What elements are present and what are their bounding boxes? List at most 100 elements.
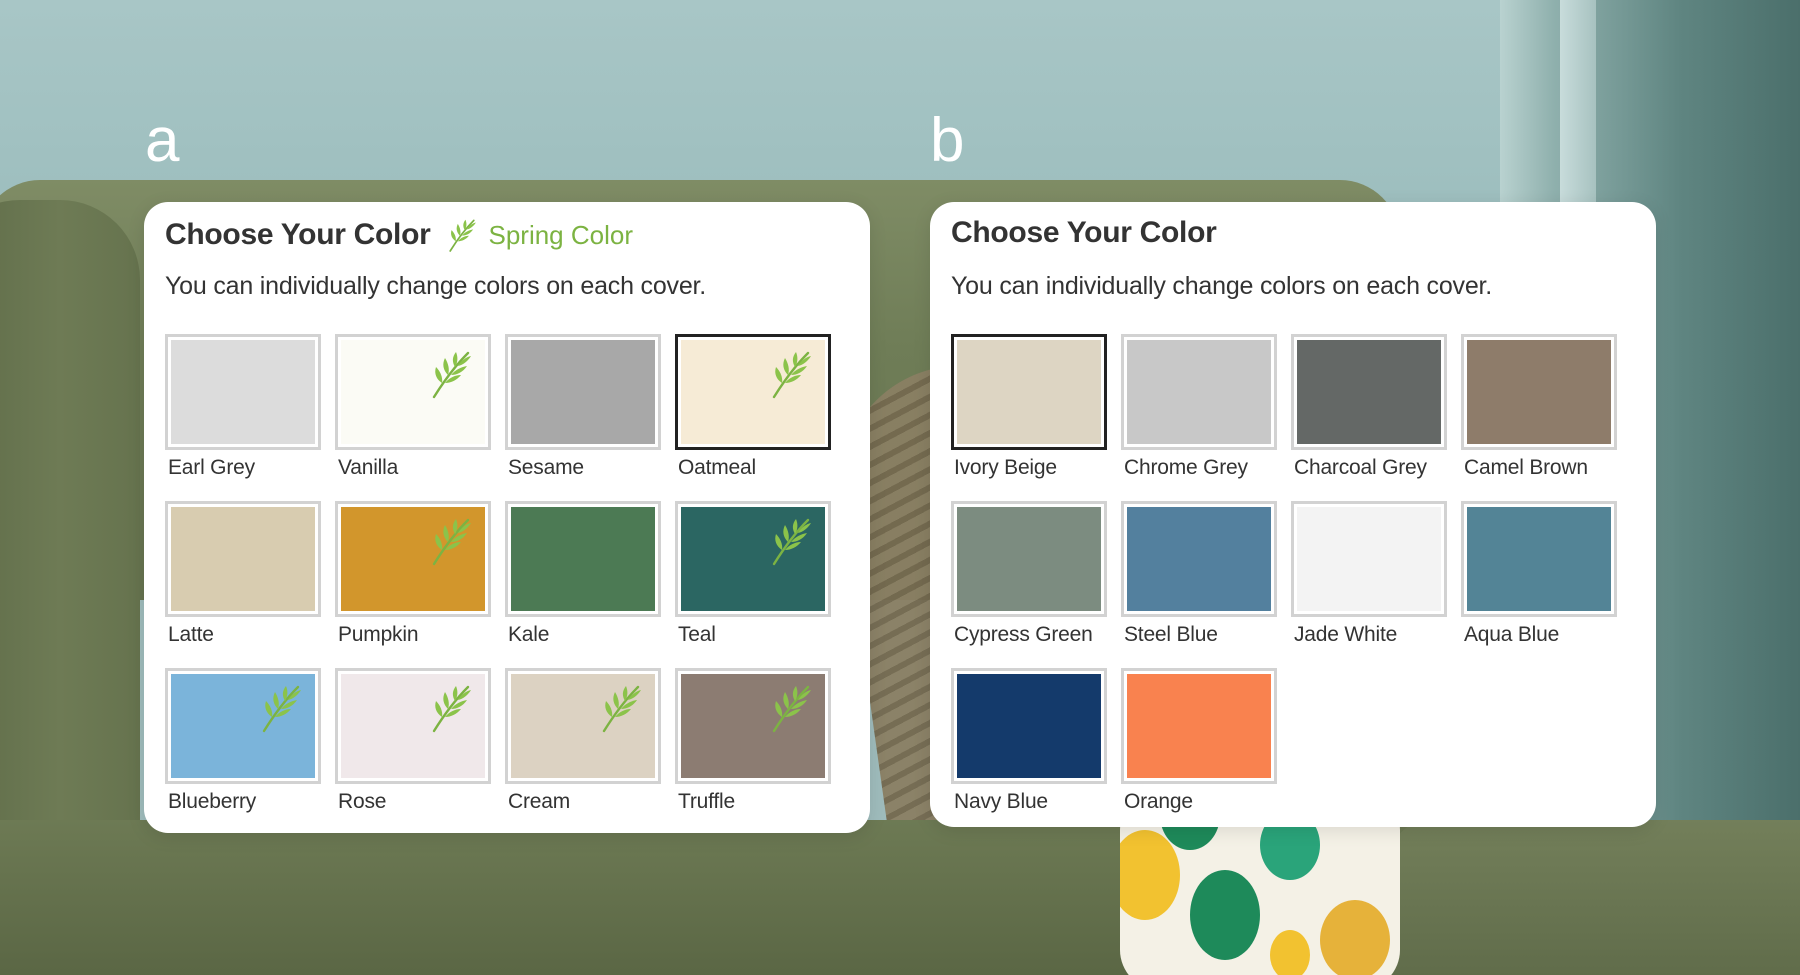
color-swatch[interactable] [1121, 501, 1277, 617]
swatch-label: Cypress Green [954, 623, 1093, 646]
leaf-icon [428, 683, 474, 733]
color-swatch[interactable] [675, 334, 831, 450]
swatch-color-fill [1127, 340, 1271, 444]
swatch-option-rose[interactable]: Rose [335, 668, 491, 814]
color-swatch[interactable] [1291, 501, 1447, 617]
color-swatch[interactable] [675, 668, 831, 784]
swatch-label: Pumpkin [338, 623, 419, 646]
leaf-icon [258, 683, 304, 733]
swatch-color-fill [1467, 340, 1611, 444]
swatch-color-fill [1127, 674, 1271, 778]
color-swatch[interactable] [335, 501, 491, 617]
color-swatch[interactable] [505, 501, 661, 617]
panel-header: Choose Your Color [951, 216, 1217, 250]
swatch-label: Truffle [678, 790, 735, 813]
color-swatch[interactable] [165, 334, 321, 450]
color-swatch[interactable] [951, 501, 1107, 617]
swatch-option-truffle[interactable]: Truffle [675, 668, 831, 814]
panel-b-letter: b [930, 106, 965, 175]
sofa-arm [1390, 820, 1800, 975]
swatch-label: Ivory Beige [954, 456, 1057, 479]
color-swatch[interactable] [505, 668, 661, 784]
swatch-label: Cream [508, 790, 571, 813]
color-swatch[interactable] [951, 668, 1107, 784]
color-swatch[interactable] [505, 334, 661, 450]
swatch-label: Oatmeal [678, 456, 756, 479]
color-swatch[interactable] [1291, 334, 1447, 450]
leaf-icon [598, 683, 644, 733]
swatch-option-blueberry[interactable]: Blueberry [165, 668, 321, 814]
swatch-color-fill [1467, 507, 1611, 611]
leaf-icon [768, 516, 814, 566]
swatch-label: Orange [1124, 790, 1193, 813]
panel-subtitle: You can individually change colors on ea… [165, 272, 707, 300]
panel-a-letter: a [145, 106, 180, 175]
color-picker-panel-a: Choose Your Color Spring Color You can i… [144, 202, 870, 833]
swatch-option-cypress-green[interactable]: Cypress Green [951, 501, 1107, 647]
spring-color-tag: Spring Color [446, 216, 633, 254]
leaf-icon [428, 349, 474, 399]
swatch-option-charcoal-grey[interactable]: Charcoal Grey [1291, 334, 1447, 480]
swatch-label: Earl Grey [168, 456, 255, 479]
swatch-label: Latte [168, 623, 214, 646]
leaf-icon [768, 683, 814, 733]
swatch-color-fill [511, 507, 655, 611]
color-swatch[interactable] [675, 501, 831, 617]
swatch-label: Charcoal Grey [1294, 456, 1427, 479]
color-swatch[interactable] [1461, 334, 1617, 450]
swatch-color-fill [1297, 340, 1441, 444]
swatch-option-steel-blue[interactable]: Steel Blue [1121, 501, 1277, 647]
swatch-label: Sesame [508, 456, 584, 479]
swatch-option-vanilla[interactable]: Vanilla [335, 334, 491, 480]
swatch-option-aqua-blue[interactable]: Aqua Blue [1461, 501, 1617, 647]
swatch-option-latte[interactable]: Latte [165, 501, 321, 647]
swatch-label: Kale [508, 623, 550, 646]
swatch-option-camel-brown[interactable]: Camel Brown [1461, 334, 1617, 480]
panel-title: Choose Your Color [165, 218, 431, 251]
swatch-option-cream[interactable]: Cream [505, 668, 661, 814]
swatch-option-chrome-grey[interactable]: Chrome Grey [1121, 334, 1277, 480]
color-swatch[interactable] [1461, 501, 1617, 617]
swatch-label: Steel Blue [1124, 623, 1218, 646]
color-swatch[interactable] [335, 668, 491, 784]
panel-subtitle: You can individually change colors on ea… [951, 272, 1493, 300]
swatch-label: Camel Brown [1464, 456, 1588, 479]
swatch-option-pumpkin[interactable]: Pumpkin [335, 501, 491, 647]
swatch-option-orange[interactable]: Orange [1121, 668, 1277, 814]
swatch-option-navy-blue[interactable]: Navy Blue [951, 668, 1107, 814]
swatch-option-teal[interactable]: Teal [675, 501, 831, 647]
swatch-label: Chrome Grey [1124, 456, 1248, 479]
swatch-color-fill [171, 340, 315, 444]
color-swatch[interactable] [951, 334, 1107, 450]
swatch-option-earl-grey[interactable]: Earl Grey [165, 334, 321, 480]
swatch-option-sesame[interactable]: Sesame [505, 334, 661, 480]
leaf-icon [449, 219, 477, 252]
swatch-option-kale[interactable]: Kale [505, 501, 661, 647]
panel-header: Choose Your Color Spring Color [165, 216, 633, 254]
leaf-icon [768, 349, 814, 399]
swatch-color-fill [511, 340, 655, 444]
leaf-icon [428, 516, 474, 566]
swatch-label: Jade White [1294, 623, 1398, 646]
swatch-label: Navy Blue [954, 790, 1048, 813]
swatch-option-ivory-beige[interactable]: Ivory Beige [951, 334, 1107, 480]
swatch-option-jade-white[interactable]: Jade White [1291, 501, 1447, 647]
color-swatch[interactable] [1121, 334, 1277, 450]
swatch-label: Aqua Blue [1464, 623, 1560, 646]
swatch-color-fill [171, 507, 315, 611]
color-swatch[interactable] [1121, 668, 1277, 784]
panel-title: Choose Your Color [951, 216, 1217, 249]
swatch-color-fill [957, 674, 1101, 778]
swatch-label: Blueberry [168, 790, 257, 813]
swatch-color-fill [957, 507, 1101, 611]
swatch-color-fill [1297, 507, 1441, 611]
color-swatch[interactable] [335, 334, 491, 450]
color-picker-panel-b: Choose Your Color You can individually c… [930, 202, 1656, 827]
color-swatch[interactable] [165, 668, 321, 784]
swatch-option-oatmeal[interactable]: Oatmeal [675, 334, 831, 480]
swatch-color-fill [957, 340, 1101, 444]
color-swatch[interactable] [165, 501, 321, 617]
swatch-label: Rose [338, 790, 387, 813]
swatch-label: Teal [678, 623, 716, 646]
spring-color-label: Spring Color [488, 219, 633, 250]
